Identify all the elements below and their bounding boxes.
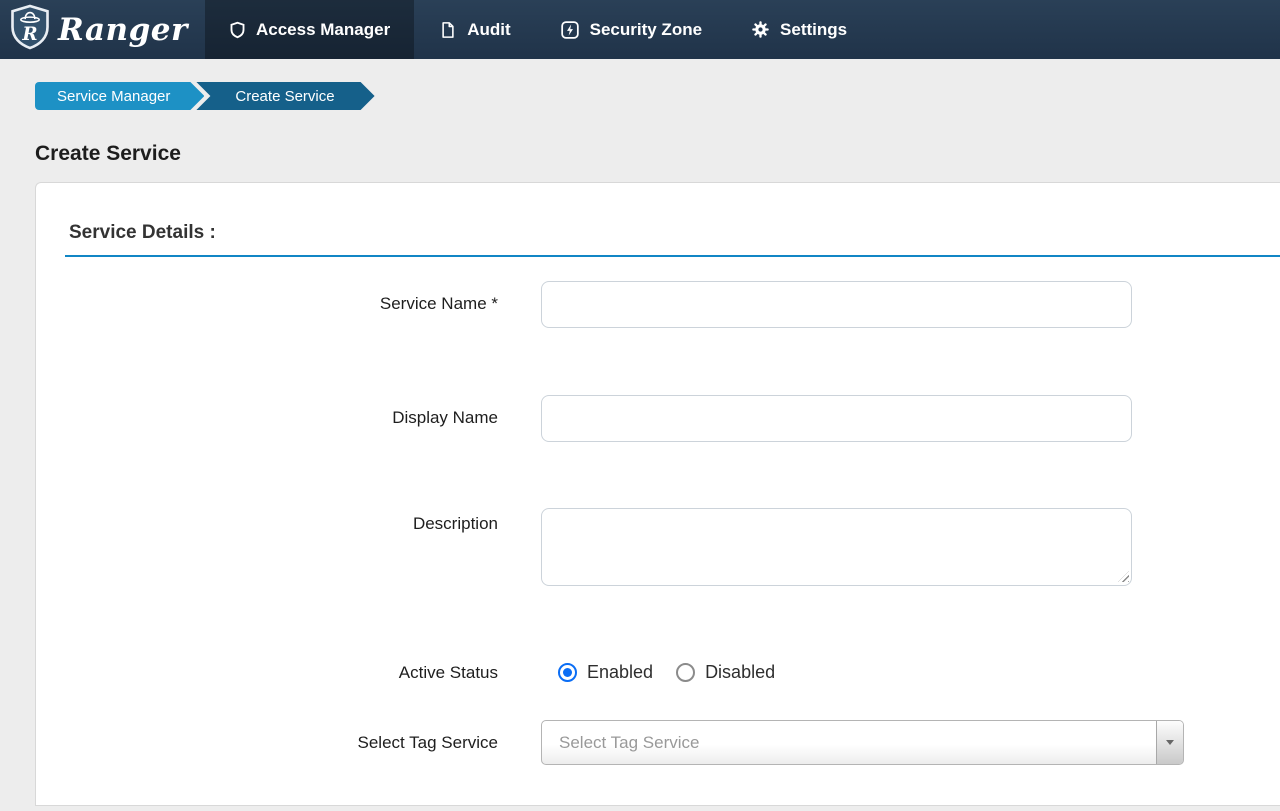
breadcrumb-create-service[interactable]: Create Service [196,82,374,110]
tag-service-label: Select Tag Service [36,733,498,753]
tab-label: Settings [780,20,847,40]
breadcrumb-service-manager[interactable]: Service Manager [35,82,204,110]
service-name-row: Service Name * [36,281,1280,328]
tab-access-manager[interactable]: Access Manager [205,0,414,59]
dropdown-arrow-button[interactable] [1156,721,1183,764]
radio-disabled[interactable] [676,663,695,682]
radio-disabled-label[interactable]: Disabled [705,662,775,683]
description-label: Description [36,508,498,534]
tab-settings[interactable]: Settings [727,0,871,59]
active-status-label: Active Status [36,663,498,683]
svg-text:R: R [21,24,37,45]
create-service-panel: Service Details : Service Name * Display… [35,182,1280,806]
brand[interactable]: R Ranger [0,0,205,59]
shield-icon [229,20,246,40]
section-heading: Service Details : [69,222,1280,244]
display-name-label: Display Name [36,395,498,428]
service-name-input[interactable] [541,281,1132,328]
tab-audit[interactable]: Audit [415,0,534,59]
description-textarea[interactable] [541,508,1132,586]
tab-label: Access Manager [256,20,390,40]
chevron-down-icon [1166,740,1174,745]
description-row: Description [36,508,1280,586]
tab-security-zone[interactable]: Security Zone [536,0,726,59]
tag-service-select[interactable]: Select Tag Service [541,720,1184,765]
gear-icon [751,20,770,39]
breadcrumb: Service Manager Create Service [35,82,1280,110]
breadcrumb-label: Service Manager [57,88,170,105]
ranger-logo-icon: R [9,4,51,55]
radio-enabled[interactable] [558,663,577,682]
section-divider [65,255,1280,257]
page-title: Create Service [35,142,1280,166]
tag-service-row: Select Tag Service Select Tag Service [36,720,1280,805]
active-status-radio-group: Enabled Disabled [541,662,775,683]
tab-label: Security Zone [590,20,702,40]
display-name-row: Display Name [36,395,1280,442]
top-navbar: R Ranger Access Manager Audit Secu [0,0,1280,59]
radio-selected-dot [563,668,572,677]
service-name-label: Service Name * [36,281,498,314]
brand-name: Ranger [58,12,188,48]
bolt-icon [560,20,580,40]
tag-service-placeholder: Select Tag Service [542,733,699,753]
breadcrumb-label: Create Service [235,88,334,105]
display-name-input[interactable] [541,395,1132,442]
active-status-row: Active Status Enabled Disabled [36,662,1280,683]
radio-enabled-label[interactable]: Enabled [587,662,653,683]
tab-label: Audit [467,20,510,40]
file-icon [439,20,457,40]
